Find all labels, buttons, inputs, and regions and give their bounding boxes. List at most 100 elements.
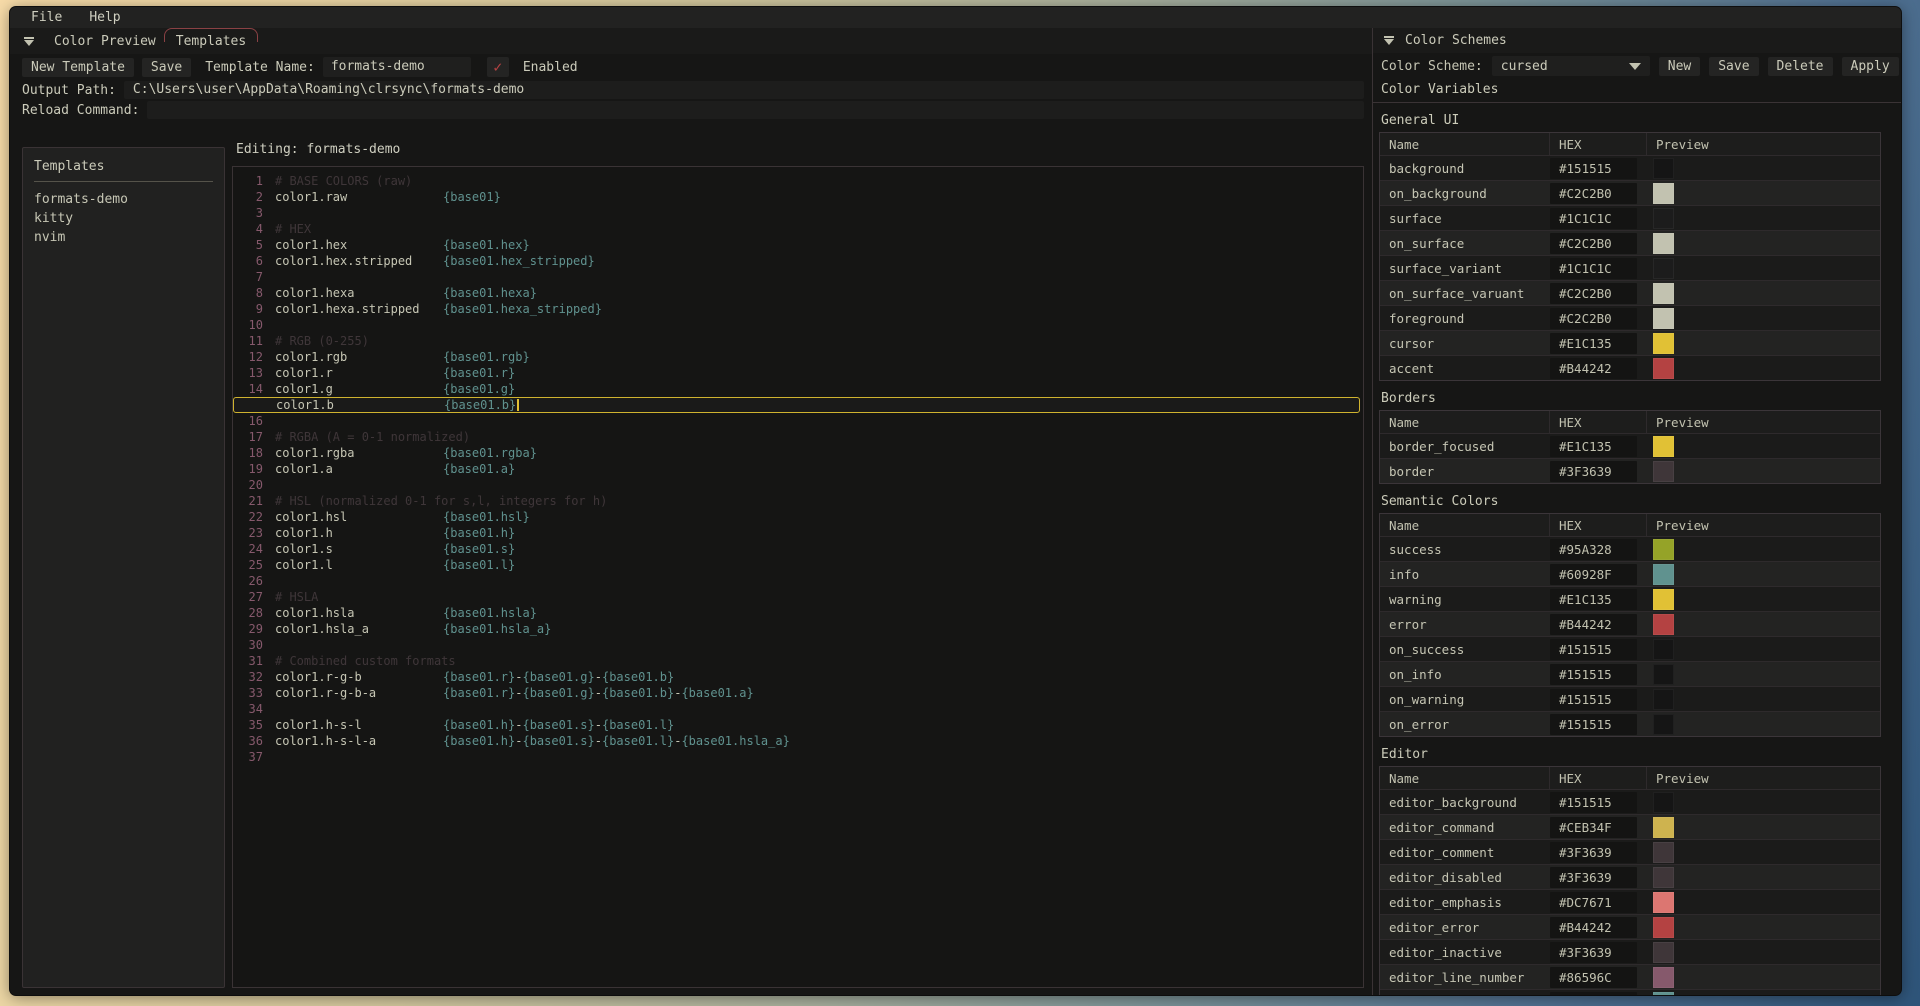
color-variables-table: NameHEXPreviewborder_focused#E1C135borde… bbox=[1379, 410, 1881, 484]
hex-input[interactable]: #E1C135 bbox=[1550, 436, 1637, 457]
editor-line[interactable]: 13color1.r{base01.r} bbox=[233, 365, 1363, 381]
editor-line[interactable]: 2color1.raw{base01} bbox=[233, 189, 1363, 205]
editor-line[interactable]: 15color1.b{base01.b} bbox=[233, 397, 1360, 413]
editor-line[interactable]: 9color1.hexa.stripped{base01.hexa_stripp… bbox=[233, 301, 1363, 317]
preview-cell bbox=[1647, 992, 1880, 995]
hex-input[interactable]: #3F3639 bbox=[1550, 942, 1637, 963]
hex-input[interactable]: #3F3639 bbox=[1550, 461, 1637, 482]
editor-value-text: {base01.hsla} bbox=[443, 605, 537, 621]
hex-input[interactable]: #95A328 bbox=[1550, 539, 1637, 560]
editor-line[interactable]: 12color1.rgb{base01.rgb} bbox=[233, 349, 1363, 365]
text-cursor bbox=[517, 399, 519, 411]
tab-color-preview[interactable]: Color Preview bbox=[46, 30, 164, 53]
editor-line[interactable]: 30 bbox=[233, 637, 1363, 653]
collapse-panel-icon[interactable] bbox=[24, 37, 34, 46]
hex-input[interactable]: #151515 bbox=[1550, 158, 1637, 179]
hex-input[interactable]: #C2C2B0 bbox=[1550, 308, 1637, 329]
hex-input[interactable]: #E1C135 bbox=[1550, 333, 1637, 354]
editor-line[interactable]: 18color1.rgba{base01.rgba} bbox=[233, 445, 1363, 461]
hex-input[interactable]: #C2C2B0 bbox=[1550, 233, 1637, 254]
editor-line[interactable]: 29color1.hsla_a{base01.hsla_a} bbox=[233, 621, 1363, 637]
editor-line[interactable]: 1# BASE COLORS (raw) bbox=[233, 173, 1363, 189]
editor-line[interactable]: 17# RGBA (A = 0-1 normalized) bbox=[233, 429, 1363, 445]
hex-input[interactable]: #B44242 bbox=[1550, 614, 1637, 635]
menu-help[interactable]: Help bbox=[89, 10, 120, 25]
editor-line[interactable]: 14color1.g{base01.g} bbox=[233, 381, 1363, 397]
editor-line[interactable]: 23color1.h{base01.h} bbox=[233, 525, 1363, 541]
table-header-cell: HEX bbox=[1550, 767, 1647, 789]
hex-input[interactable]: #B44242 bbox=[1550, 917, 1637, 938]
editor-line[interactable]: 7 bbox=[233, 269, 1363, 285]
editor-line[interactable]: 33color1.r-g-b-a{base01.r}-{base01.g}-{b… bbox=[233, 685, 1363, 701]
hex-input[interactable]: #1C1C1C bbox=[1550, 258, 1637, 279]
scheme-delete-button[interactable]: Delete bbox=[1768, 57, 1833, 76]
hex-input[interactable]: #151515 bbox=[1550, 664, 1637, 685]
editor-line[interactable]: 19color1.a{base01.a} bbox=[233, 461, 1363, 477]
output-path-input[interactable]: C:\Users\user\AppData\Roaming\clrsync\fo… bbox=[124, 81, 1364, 99]
hex-input[interactable]: #151515 bbox=[1550, 792, 1637, 813]
hex-input[interactable]: #CEB34F bbox=[1550, 817, 1637, 838]
hex-input[interactable]: #3F3639 bbox=[1550, 867, 1637, 888]
tab-templates[interactable]: Templates bbox=[168, 30, 254, 53]
variable-name: on_surface_varuant bbox=[1380, 286, 1550, 301]
table-header-cell: Name bbox=[1380, 514, 1550, 536]
editor-line[interactable]: 31# Combined custom formats bbox=[233, 653, 1363, 669]
editor-line[interactable]: 10 bbox=[233, 317, 1363, 333]
template-list-item[interactable]: formats-demo bbox=[34, 190, 213, 209]
hex-input[interactable]: #60928F bbox=[1550, 992, 1637, 995]
hex-input[interactable]: #1C1C1C bbox=[1550, 208, 1637, 229]
editor-key-text: color1.hsla_a bbox=[275, 621, 443, 637]
editor-line[interactable]: 4# HEX bbox=[233, 221, 1363, 237]
editor-line[interactable]: 25color1.l{base01.l} bbox=[233, 557, 1363, 573]
editor-line[interactable]: 28color1.hsla{base01.hsla} bbox=[233, 605, 1363, 621]
enabled-checkbox[interactable]: ✓ bbox=[487, 57, 509, 77]
color-scheme-dropdown[interactable]: cursed bbox=[1492, 56, 1650, 76]
table-header-row: NameHEXPreview bbox=[1380, 411, 1880, 433]
editor-line[interactable]: 20 bbox=[233, 477, 1363, 493]
hex-input[interactable]: #60928F bbox=[1550, 564, 1637, 585]
editor-line[interactable]: 11# RGB (0-255) bbox=[233, 333, 1363, 349]
editor-line[interactable]: 3 bbox=[233, 205, 1363, 221]
editor-line[interactable]: 6color1.hex.stripped{base01.hex_stripped… bbox=[233, 253, 1363, 269]
editor-line[interactable]: 22color1.hsl{base01.hsl} bbox=[233, 509, 1363, 525]
hex-input[interactable]: #DC7671 bbox=[1550, 892, 1637, 913]
hex-input[interactable]: #151515 bbox=[1550, 714, 1637, 735]
editor-line[interactable]: 27# HSLA bbox=[233, 589, 1363, 605]
scheme-apply-button[interactable]: Apply bbox=[1842, 57, 1899, 76]
template-name-input[interactable]: formats-demo bbox=[323, 57, 471, 77]
editor-line[interactable]: 5color1.hex{base01.hex} bbox=[233, 237, 1363, 253]
hex-input[interactable]: #151515 bbox=[1550, 639, 1637, 660]
preview-cell bbox=[1647, 792, 1880, 813]
editor-line[interactable]: 32color1.r-g-b{base01.r}-{base01.g}-{bas… bbox=[233, 669, 1363, 685]
editor-line[interactable]: 34 bbox=[233, 701, 1363, 717]
save-template-button[interactable]: Save bbox=[142, 58, 191, 77]
menu-file[interactable]: File bbox=[31, 10, 62, 25]
hex-input[interactable]: #3F3639 bbox=[1550, 842, 1637, 863]
editor-line[interactable]: 21# HSL (normalized 0-1 for s,l, integer… bbox=[233, 493, 1363, 509]
hex-input[interactable]: #B44242 bbox=[1550, 358, 1637, 379]
template-list-item[interactable]: nvim bbox=[34, 228, 213, 247]
editor-comment-text: # RGBA (A = 0-1 normalized) bbox=[275, 429, 470, 445]
template-code-editor[interactable]: 1# BASE COLORS (raw)2color1.raw{base01}3… bbox=[232, 166, 1364, 988]
template-list-item[interactable]: kitty bbox=[34, 209, 213, 228]
hex-input[interactable]: #151515 bbox=[1550, 689, 1637, 710]
scheme-new-button[interactable]: New bbox=[1659, 57, 1700, 76]
editor-line[interactable]: 8color1.hexa{base01.hexa} bbox=[233, 285, 1363, 301]
check-icon: ✓ bbox=[493, 60, 502, 75]
editor-value-text: {base01.b} bbox=[444, 397, 519, 413]
hex-input[interactable]: #C2C2B0 bbox=[1550, 283, 1637, 304]
editor-line[interactable]: 26 bbox=[233, 573, 1363, 589]
editor-line[interactable]: 36color1.h-s-l-a{base01.h}-{base01.s}-{b… bbox=[233, 733, 1363, 749]
editor-line[interactable]: 16 bbox=[233, 413, 1363, 429]
scheme-save-button[interactable]: Save bbox=[1709, 57, 1758, 76]
new-template-button[interactable]: New Template bbox=[22, 58, 134, 77]
editor-line[interactable]: 37 bbox=[233, 749, 1363, 765]
reload-command-input[interactable] bbox=[147, 101, 1364, 119]
hex-input[interactable]: #E1C135 bbox=[1550, 589, 1637, 610]
editor-line[interactable]: 35color1.h-s-l{base01.h}-{base01.s}-{bas… bbox=[233, 717, 1363, 733]
template-name-label: Template Name: bbox=[205, 60, 315, 75]
hex-input[interactable]: #86596C bbox=[1550, 967, 1637, 988]
collapse-schemes-icon[interactable] bbox=[1384, 36, 1394, 45]
hex-input[interactable]: #C2C2B0 bbox=[1550, 183, 1637, 204]
editor-line[interactable]: 24color1.s{base01.s} bbox=[233, 541, 1363, 557]
